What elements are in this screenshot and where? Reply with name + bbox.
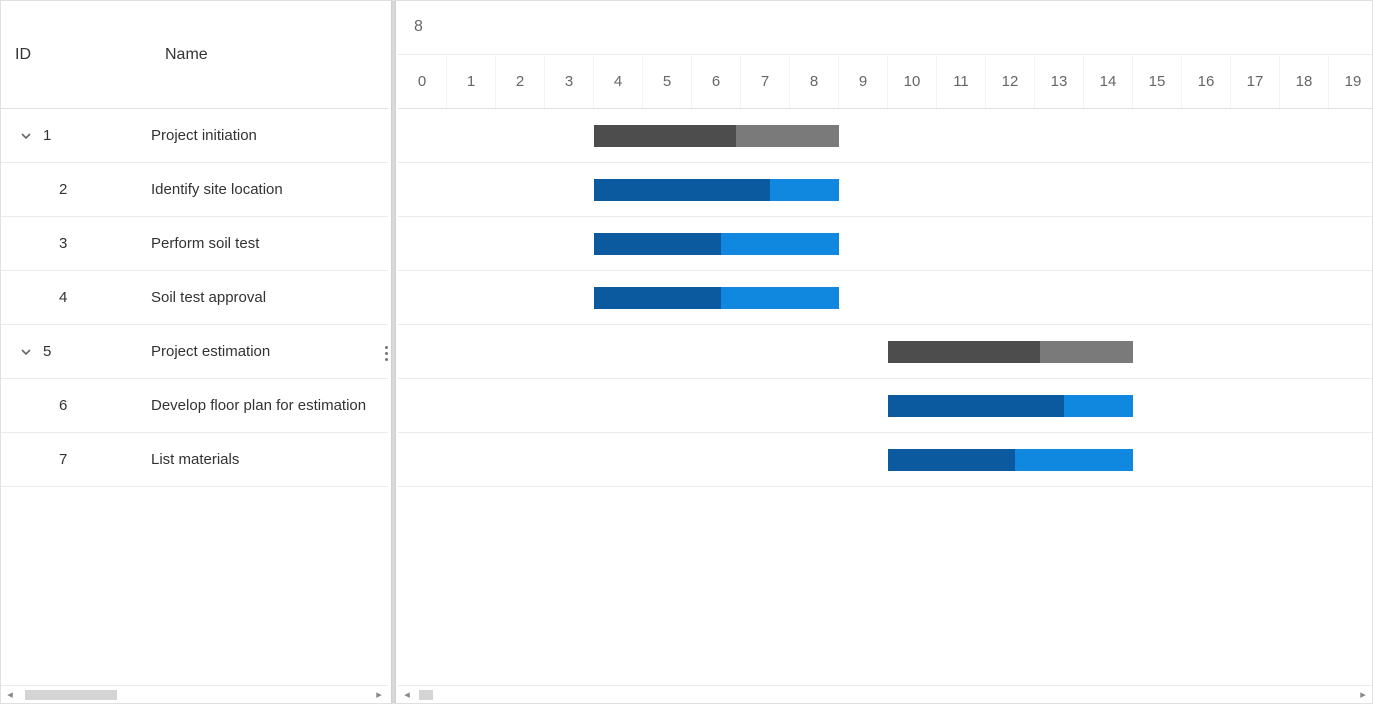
timeline-tick: 9 xyxy=(839,55,888,109)
grid-horizontal-scrollbar[interactable]: ◂ ▸ xyxy=(1,685,388,703)
cell-name: Develop floor plan for estimation xyxy=(151,397,388,414)
timeline-tick: 11 xyxy=(937,55,986,109)
gantt-task-bar[interactable] xyxy=(594,233,839,255)
timeline-tick: 2 xyxy=(496,55,545,109)
scroll-thumb[interactable] xyxy=(419,690,433,700)
timeline-tick: 7 xyxy=(741,55,790,109)
gantt-parent-bar[interactable] xyxy=(888,341,1133,363)
row-id: 5 xyxy=(43,343,51,360)
chart-row xyxy=(398,217,1372,271)
cell-name: Project initiation xyxy=(151,127,388,144)
column-header-name[interactable]: Name xyxy=(151,1,388,108)
timeline-pane: 8 012345678910111213141516171819 ◂ ▸ xyxy=(398,1,1372,703)
scroll-track[interactable] xyxy=(19,689,370,701)
cell-name: Soil test approval xyxy=(151,289,388,306)
cell-id: 7 xyxy=(1,451,151,468)
timeline-tick: 16 xyxy=(1182,55,1231,109)
timeline-tick: 4 xyxy=(594,55,643,109)
cell-id: 4 xyxy=(1,289,151,306)
timeline-bottom-tier: 012345678910111213141516171819 xyxy=(398,55,1372,109)
progress-bar[interactable] xyxy=(888,395,1064,417)
timeline-tick: 10 xyxy=(888,55,937,109)
row-id: 3 xyxy=(59,235,67,252)
timeline-horizontal-scrollbar[interactable]: ◂ ▸ xyxy=(398,685,1372,703)
chevron-down-icon[interactable] xyxy=(19,345,33,359)
row-id: 7 xyxy=(59,451,67,468)
timeline-tick: 14 xyxy=(1084,55,1133,109)
cell-id: 3 xyxy=(1,235,151,252)
chart-row xyxy=(398,163,1372,217)
cell-id: 2 xyxy=(1,181,151,198)
cell-name: Project estimation xyxy=(151,343,388,360)
scroll-right-arrow-icon[interactable]: ▸ xyxy=(1354,686,1372,704)
grid-row[interactable]: 4 Soil test approval xyxy=(1,271,388,325)
gantt-task-bar[interactable] xyxy=(888,449,1133,471)
progress-bar[interactable] xyxy=(888,341,1040,363)
timeline-tick: 15 xyxy=(1133,55,1182,109)
timeline-tick: 6 xyxy=(692,55,741,109)
chart-row xyxy=(398,379,1372,433)
gantt-task-bar[interactable] xyxy=(594,179,839,201)
timeline-tick: 19 xyxy=(1329,55,1372,109)
grid-pane: ID Name 1 Project initiation 2 Identify sit… xyxy=(1,1,388,703)
row-id: 6 xyxy=(59,397,67,414)
timeline-body[interactable] xyxy=(398,109,1372,685)
progress-bar[interactable] xyxy=(594,233,721,255)
progress-bar[interactable] xyxy=(594,179,770,201)
timeline-top-tier: 8 xyxy=(398,1,1372,55)
progress-bar[interactable] xyxy=(594,287,721,309)
chart-row xyxy=(398,325,1372,379)
timeline-tick: 18 xyxy=(1280,55,1329,109)
timeline-tick: 1 xyxy=(447,55,496,109)
row-id: 2 xyxy=(59,181,67,198)
grid-row[interactable]: 3 Perform soil test xyxy=(1,217,388,271)
grid-header: ID Name xyxy=(1,1,388,109)
scroll-left-arrow-icon[interactable]: ◂ xyxy=(398,686,416,704)
grid-row[interactable]: 7 List materials xyxy=(1,433,388,487)
progress-bar[interactable] xyxy=(594,125,736,147)
cell-name: Identify site location xyxy=(151,181,388,198)
gantt-task-bar[interactable] xyxy=(594,287,839,309)
cell-id: 6 xyxy=(1,397,151,414)
scroll-left-arrow-icon[interactable]: ◂ xyxy=(1,686,19,704)
timeline-tick: 17 xyxy=(1231,55,1280,109)
grid-row[interactable]: 2 Identify site location xyxy=(1,163,388,217)
row-id: 4 xyxy=(59,289,67,306)
timeline-tick: 8 xyxy=(790,55,839,109)
timeline-tick: 5 xyxy=(643,55,692,109)
column-header-id[interactable]: ID xyxy=(1,1,151,108)
timeline-tick: 12 xyxy=(986,55,1035,109)
grid-body: 1 Project initiation 2 Identify site locati… xyxy=(1,109,388,685)
chart-row xyxy=(398,109,1372,163)
grid-row[interactable]: 6 Develop floor plan for estimation xyxy=(1,379,388,433)
grid-row[interactable]: 5 Project estimation xyxy=(1,325,388,379)
grid-row[interactable]: 1 Project initiation xyxy=(1,109,388,163)
cell-name: List materials xyxy=(151,451,388,468)
chart-row xyxy=(398,271,1372,325)
scroll-right-arrow-icon[interactable]: ▸ xyxy=(370,686,388,704)
row-id: 1 xyxy=(43,127,51,144)
timeline-tick: 3 xyxy=(545,55,594,109)
splitter-track xyxy=(391,1,396,703)
chart-row xyxy=(398,433,1372,487)
gantt-task-bar[interactable] xyxy=(888,395,1133,417)
scroll-track[interactable] xyxy=(416,689,1354,701)
gantt-chart: ID Name 1 Project initiation 2 Identify sit… xyxy=(0,0,1373,704)
cell-id: 1 xyxy=(1,127,151,144)
splitter-grip-icon[interactable] xyxy=(385,346,389,361)
cell-id: 5 xyxy=(1,343,151,360)
timeline-tick: 13 xyxy=(1035,55,1084,109)
timeline-tick: 0 xyxy=(398,55,447,109)
scroll-thumb[interactable] xyxy=(25,690,117,700)
pane-splitter[interactable] xyxy=(388,1,398,703)
progress-bar[interactable] xyxy=(888,449,1015,471)
gantt-parent-bar[interactable] xyxy=(594,125,839,147)
timeline-header: 8 012345678910111213141516171819 xyxy=(398,1,1372,109)
chevron-down-icon[interactable] xyxy=(19,129,33,143)
cell-name: Perform soil test xyxy=(151,235,388,252)
